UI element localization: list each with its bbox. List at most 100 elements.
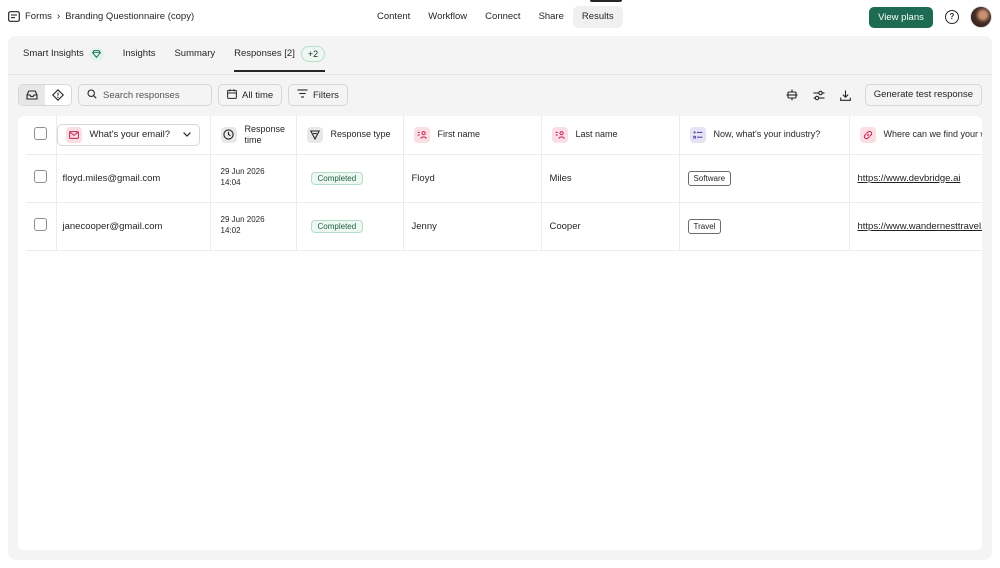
industry-tag: Travel [687,218,722,234]
search-icon [87,88,97,102]
website-link[interactable]: https://www.devbridge.ai [849,154,982,203]
subtab-label: Responses [2] [234,48,295,59]
response-date: 29 Jun 2026 [220,215,265,225]
tab-results[interactable]: Results [572,6,623,28]
industry-header[interactable]: Now, what's your industry? [679,116,850,155]
filters-button[interactable]: Filters [288,84,348,106]
search-box [78,84,212,106]
responses-toolbar: All time Filters Generate test response [18,84,982,106]
website-link[interactable]: https://www.wandernesttravel.com [849,202,982,251]
subtab-responses[interactable]: Responses [2] +2 [234,36,326,72]
generate-test-response-button[interactable]: Generate test response [864,84,982,106]
last-name-header[interactable]: Last name [541,116,680,155]
last-name-cell: Miles [541,154,680,203]
response-time-value: 14:02 [220,226,241,235]
responses-table-card: What's your email? Response time Respons… [18,116,982,550]
link-icon [859,126,876,143]
calendar-icon [227,88,237,102]
response-type-header[interactable]: Response type [296,116,404,155]
clock-icon [220,126,237,143]
response-time-header[interactable]: Response time [210,116,297,155]
tab-content[interactable]: Content [368,6,419,28]
top-bar: Forms › Branding Questionnaire (copy) Co… [0,0,1000,36]
last-name-label: Last name [575,129,618,140]
select-all-cell [26,116,57,155]
response-type-label: Response type [330,129,391,140]
name-field-icon [551,126,568,143]
download-icon[interactable] [838,88,852,102]
extra-count-badge[interactable]: +2 [300,46,326,62]
subtab-smart-insights[interactable]: Smart Insights [23,36,104,72]
email-column-header: What's your email? [56,116,211,155]
email-cell: floyd.miles@gmail.com [56,154,211,203]
first-name-label: First name [437,129,481,140]
industry-cell: Software [679,154,850,203]
subtab-insights[interactable]: Insights [123,36,156,72]
response-date: 29 Jun 2026 [220,167,265,177]
breadcrumb: Forms › Branding Questionnaire (copy) [8,11,194,22]
gem-icon [89,47,104,61]
filter-icon [297,89,308,101]
website-label: Where can we find your website? [883,129,983,140]
table-row[interactable]: floyd.miles@gmail.com 29 Jun 2026 14:04 … [26,154,982,203]
status-badge: Completed [310,219,364,233]
row-select-cell [26,202,57,251]
tab-share[interactable]: Share [530,6,573,28]
breadcrumb-root[interactable]: Forms [25,11,52,22]
response-time-cell: 29 Jun 2026 14:04 [210,154,297,203]
time-filter-label: All time [242,89,274,101]
response-time-label: Response time [244,123,286,145]
time-filter-button[interactable]: All time [218,84,283,106]
avatar[interactable] [970,6,992,28]
search-input[interactable] [103,89,203,101]
last-name-cell: Cooper [541,202,680,251]
envelope-icon [65,126,82,143]
view-plans-button[interactable]: View plans [869,7,933,28]
subtab-summary[interactable]: Summary [174,36,215,72]
response-time-cell: 29 Jun 2026 14:02 [210,202,297,251]
collapse-rows-icon[interactable] [785,88,799,102]
funnel-icon [306,126,323,143]
help-icon[interactable]: ? [945,10,959,24]
list-choice-icon [689,126,706,143]
tab-workflow[interactable]: Workflow [419,6,476,28]
email-column-label: What's your email? [89,129,170,141]
name-field-icon [413,126,430,143]
subtab-label: Smart Insights [23,48,84,59]
inbox-icon[interactable] [19,85,45,105]
filters-label: Filters [313,89,339,101]
industry-tag: Software [687,170,732,186]
row-checkbox[interactable] [34,218,48,231]
chevron-down-icon [182,129,191,140]
email-column-select[interactable]: What's your email? [56,123,200,146]
tab-connect[interactable]: Connect [476,6,529,28]
results-panel: Smart Insights Insights Summary Response… [8,36,992,560]
first-name-cell: Floyd [403,154,542,203]
select-all-checkbox[interactable] [34,127,48,141]
breadcrumb-current[interactable]: Branding Questionnaire (copy) [65,11,194,22]
results-subtabs: Smart Insights Insights Summary Response… [23,36,344,72]
divider [8,74,992,75]
status-badge: Completed [310,171,364,185]
first-name-header[interactable]: First name [403,116,542,155]
industry-cell: Travel [679,202,850,251]
email-cell: janecooper@gmail.com [56,202,211,251]
alert-icon[interactable] [45,85,71,105]
forms-icon [8,11,20,22]
view-switch [18,84,72,106]
responses-table: What's your email? Response time Respons… [26,116,982,251]
main-nav: Content Workflow Connect Share Results [368,6,623,28]
response-type-cell: Completed [296,202,404,251]
row-checkbox[interactable] [34,170,48,183]
industry-label: Now, what's your industry? [713,129,821,140]
active-tab-indicator [590,0,622,2]
website-header[interactable]: Where can we find your website? [849,116,983,155]
row-select-cell [26,154,57,203]
table-header-row: What's your email? Response time Respons… [26,116,983,155]
chevron-right-icon: › [56,11,61,22]
response-time-value: 14:04 [220,178,241,187]
table-row[interactable]: janecooper@gmail.com 29 Jun 2026 14:02 C… [26,202,982,251]
sliders-icon[interactable] [812,88,826,102]
response-type-cell: Completed [296,154,404,203]
first-name-cell: Jenny [403,202,542,251]
